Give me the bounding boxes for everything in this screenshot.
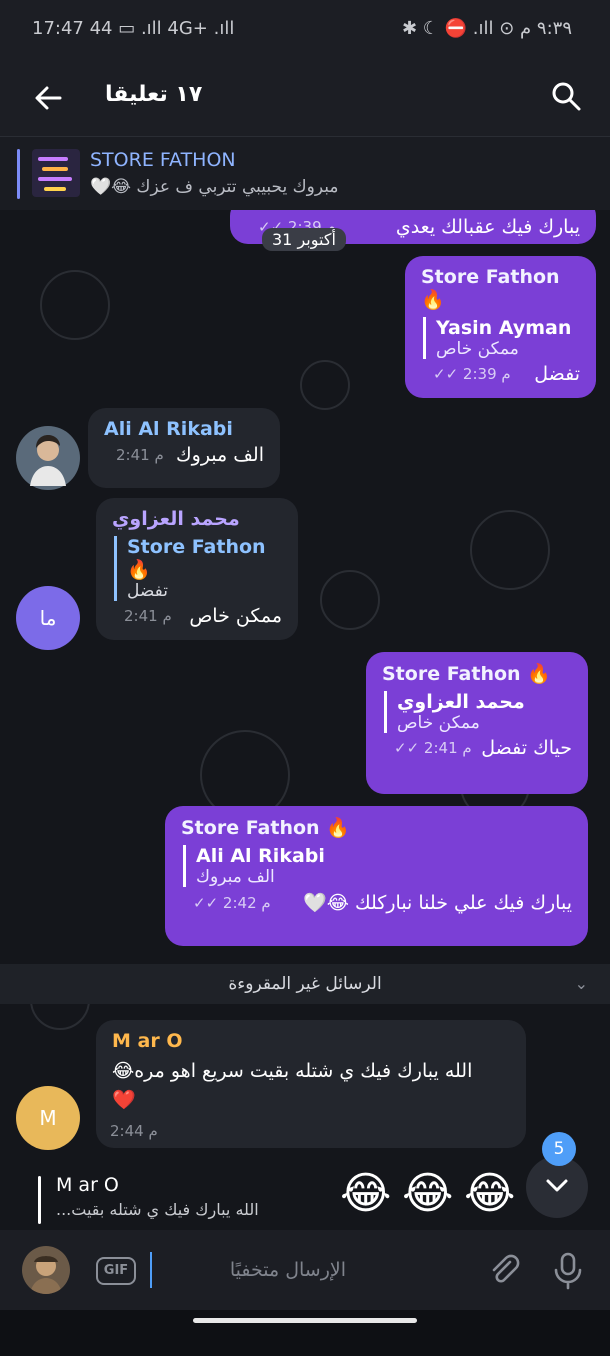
reply-quote[interactable]: Ali Al Rikabi الف مبروك <box>183 845 572 887</box>
search-icon[interactable] <box>548 78 584 114</box>
message-text: يبارك فيك عقبالك يعدي <box>395 216 580 238</box>
message-time: 2:44 م <box>110 1122 158 1140</box>
doodle <box>300 360 350 410</box>
paperclip-icon[interactable] <box>486 1252 522 1288</box>
message-sender: M ar O <box>112 1030 183 1052</box>
quick-emoji[interactable]: 😂 <box>464 1168 515 1219</box>
message-text: يبارك فيك علي خلنا نباركلك 😂🤍 <box>303 892 572 914</box>
double-check-icon: ✓✓ <box>193 893 219 912</box>
doodle <box>320 570 380 630</box>
quote-name: M ar O <box>56 1174 119 1196</box>
message-bubble[interactable]: Store Fathon 🔥 محمد العزاوي ممكن خاص ✓✓ … <box>366 652 588 794</box>
unread-separator: الرسائل غير المقروءة ⌄ <box>0 964 610 1004</box>
message-text: الف مبروك <box>175 444 264 466</box>
message-text: ممكن خاص <box>189 605 282 627</box>
pinned-bar <box>17 149 20 199</box>
reply-text: ممكن خاص <box>397 713 480 733</box>
top-bar: ١٧ تعليقا <box>0 62 610 136</box>
message-sender: Store Fathon 🔥 <box>382 663 551 685</box>
avatar[interactable]: ما <box>16 586 80 650</box>
status-left: 17:47 44 ▭ .ıll 4G+ .ıll <box>32 18 235 39</box>
message-text: الله يبارك فيك ي شتله بقيت سريع اهو مره😂 <box>112 1060 473 1082</box>
reply-name: Yasin Ayman <box>436 317 572 339</box>
system-navbar <box>0 1310 610 1356</box>
reply-text: الف مبروك <box>196 867 275 887</box>
microphone-icon[interactable] <box>550 1250 586 1290</box>
message-sender: Store Fathon 🔥 <box>421 266 560 311</box>
message-sender: Store Fathon 🔥 <box>181 817 350 839</box>
page-title: ١٧ تعليقا <box>105 82 203 107</box>
doodle <box>470 510 550 590</box>
message-text: تفضل <box>534 363 580 385</box>
reply-quote[interactable]: محمد العزاوي ممكن خاص <box>384 691 572 733</box>
message-bubble[interactable]: Store Fathon 🔥 Ali Al Rikabi الف مبروك ✓… <box>165 806 588 946</box>
pinned-message[interactable]: STORE FATHON مبروك يحبيبي تتربي ف عزك 😂🤍 <box>0 136 610 210</box>
reply-text: تفضل <box>127 581 168 601</box>
quote-preview[interactable]: M ar O الله يبارك فيك ي شتله بقيت... <box>38 1174 308 1226</box>
reply-quote[interactable]: Yasin Ayman ممكن خاص <box>423 317 580 359</box>
unread-count-badge: 5 <box>542 1132 576 1166</box>
message-text-heart: ❤️ <box>112 1089 136 1111</box>
double-check-icon: ✓✓ <box>394 739 420 757</box>
reply-quote[interactable]: Store Fathon 🔥 تفضل <box>114 536 282 601</box>
double-check-icon: ✓✓ <box>433 365 459 383</box>
reply-text: ممكن خاص <box>436 339 519 359</box>
pinned-thumbnail <box>32 149 80 197</box>
avatar[interactable]: M <box>16 1086 80 1150</box>
home-indicator[interactable] <box>193 1318 417 1323</box>
pinned-text: مبروك يحبيبي تتربي ف عزك 😂🤍 <box>90 177 339 197</box>
send-as-avatar[interactable] <box>22 1246 70 1294</box>
status-right: ✱ ☾ ⛔ .ıll ⊙ ٩:٣٩ م <box>402 18 572 39</box>
quick-emoji[interactable]: 😂 <box>402 1168 453 1219</box>
message-sender: Ali Al Rikabi <box>104 418 233 440</box>
doodle <box>40 270 110 340</box>
reply-name: Store Fathon 🔥 <box>127 536 266 581</box>
date-pill: 31 أكتوبر <box>262 228 346 251</box>
message-time: ✓✓ 2:42 م <box>193 893 271 912</box>
message-time: ✓✓ 2:41 م <box>394 739 472 757</box>
status-bar: 17:47 44 ▭ .ıll 4G+ .ıll ✱ ☾ ⛔ .ıll ⊙ ٩:… <box>0 0 610 62</box>
quote-bar <box>38 1176 41 1224</box>
message-time: 2:41 م <box>116 446 164 464</box>
message-sender: محمد العزاوي <box>112 508 240 530</box>
reply-name: Ali Al Rikabi <box>196 845 325 867</box>
input-bar: GIF <box>0 1230 610 1310</box>
unread-label: الرسائل غير المقروءة <box>228 974 382 994</box>
quote-text: الله يبارك فيك ي شتله بقيت... <box>56 1200 259 1219</box>
back-arrow-icon[interactable] <box>30 80 66 116</box>
reply-name: محمد العزاوي <box>397 691 525 713</box>
chat-area[interactable]: ✓✓ 2:39 م يبارك فيك عقبالك يعدي 31 أكتوب… <box>0 210 610 1230</box>
pinned-title: STORE FATHON <box>90 149 236 171</box>
chevron-down-icon[interactable]: ⌄ <box>575 964 588 1004</box>
gif-button[interactable]: GIF <box>96 1257 136 1285</box>
message-text: حياك تفضل <box>481 737 572 759</box>
quick-emoji[interactable]: 😂 <box>340 1168 391 1219</box>
message-bubble[interactable]: Ali Al Rikabi 2:41 م الف مبروك <box>88 408 280 488</box>
message-time: 2:41 م <box>124 607 172 625</box>
message-bubble[interactable]: M ar O الله يبارك فيك ي شتله بقيت سريع ا… <box>96 1020 526 1148</box>
chevron-down-icon <box>546 1179 568 1192</box>
message-bubble[interactable]: Store Fathon 🔥 Yasin Ayman ممكن خاص ✓✓ 2… <box>405 256 596 398</box>
message-time: ✓✓ 2:39 م <box>433 365 511 383</box>
message-bubble[interactable]: محمد العزاوي Store Fathon 🔥 تفضل 2:41 م … <box>96 498 298 640</box>
message-input[interactable] <box>150 1252 350 1288</box>
avatar[interactable] <box>16 426 80 490</box>
